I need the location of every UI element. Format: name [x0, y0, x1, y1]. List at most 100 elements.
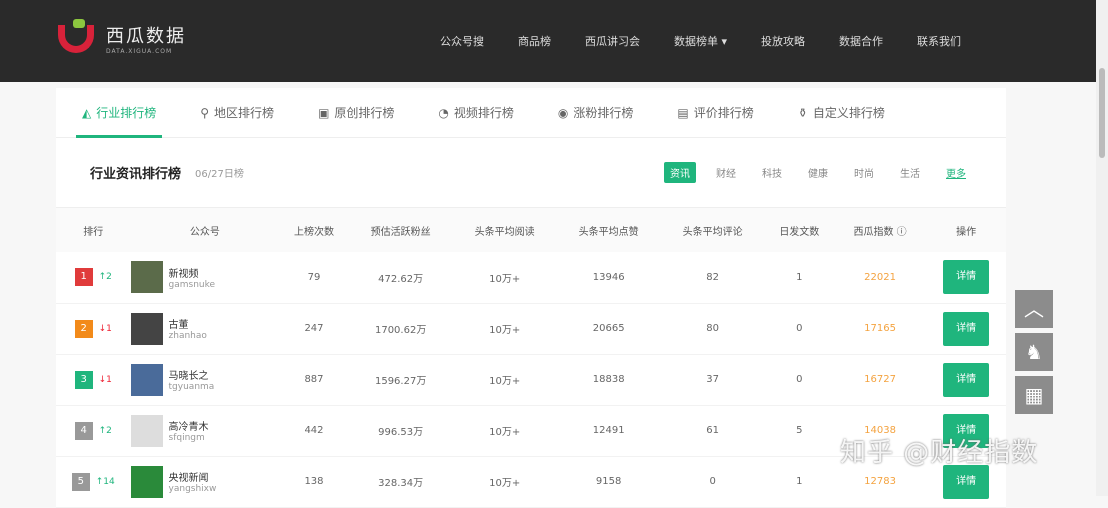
filter-more[interactable]: 更多: [940, 162, 972, 183]
rank-badge: 2: [74, 319, 93, 338]
comment-cell: 61: [660, 405, 765, 457]
filter-6[interactable]: 生活: [894, 162, 926, 183]
read-cell: 10万+: [452, 354, 557, 406]
tab-7[interactable]: ⚱ 自定义排行榜: [798, 88, 885, 138]
detail-button[interactable]: 详情: [943, 311, 990, 346]
column-header: 上榜次数: [279, 208, 349, 252]
column-label: 操作: [956, 226, 977, 238]
tab-icon: ◭: [82, 105, 92, 120]
tab-icon: ◔: [438, 105, 449, 120]
rank-cell: 3 ↓1: [56, 354, 131, 406]
tab-2[interactable]: ⚲ 地区排行榜: [200, 88, 274, 138]
avatar: [130, 261, 163, 294]
account[interactable]: 马晓长之 tgyuanma: [130, 363, 280, 396]
column-label: 日发文数: [779, 226, 820, 238]
board-date: 06/27日榜: [195, 169, 244, 180]
account-cell[interactable]: 央视新闻 yangshixw: [130, 456, 280, 508]
nav-item[interactable]: 数据合作: [839, 33, 883, 49]
avatar: [130, 363, 163, 396]
board-title: 行业资讯排行榜: [90, 167, 182, 182]
detail-button[interactable]: 详情: [943, 464, 990, 499]
tab-3[interactable]: ▣ 原创排行榜: [318, 88, 394, 138]
account[interactable]: 古董 zhanhao: [130, 312, 280, 345]
like-cell: 12491: [556, 405, 661, 457]
column-label: 头条平均评论: [682, 226, 743, 238]
filter-1[interactable]: 资讯: [664, 162, 696, 183]
detail-button[interactable]: 详情: [943, 362, 990, 397]
table-row: 1 ↑2 新视频 gamsnuke 79 472.62万 10万+ 13946 82 1 22021…: [56, 252, 1006, 304]
filter-4[interactable]: 健康: [802, 162, 834, 183]
watermark: 知乎 @财经指数: [840, 438, 1039, 468]
info-icon[interactable]: ⓘ: [893, 227, 907, 238]
tab-6[interactable]: ▤ 评价排行榜: [677, 88, 753, 138]
like-cell: 18838: [556, 354, 661, 406]
account-id: gamsnuke: [168, 279, 216, 290]
scrollbar-thumb[interactable]: [1099, 68, 1105, 158]
xigua-index: 22021: [833, 252, 927, 304]
category-filters: 资讯 财经 科技 健康 时尚 生活 更多: [664, 162, 972, 183]
qr-code-button[interactable]: ▦: [1015, 376, 1053, 414]
posts-cell: 0: [764, 354, 834, 406]
account-cell[interactable]: 马晓长之 tgyuanma: [130, 354, 280, 406]
rank-badge: 3: [74, 370, 93, 389]
top-bar: 西瓜数据 DATA.XIGUA.COM 公众号搜 商品榜 西瓜讲习会 数据榜单 ▾ 投放攻…: [0, 0, 1096, 82]
tab-icon: ⚱: [797, 105, 808, 120]
account-id: zhanhao: [168, 331, 207, 341]
tab-1[interactable]: ◭ 行业排行榜: [75, 88, 163, 138]
nav-item[interactable]: 公众号搜: [440, 33, 484, 49]
logo[interactable]: 西瓜数据 DATA.XIGUA.COM: [58, 18, 186, 55]
account-cell[interactable]: 新视频 gamsnuke: [130, 252, 280, 304]
tab-5[interactable]: ◉ 涨粉排行榜: [558, 88, 634, 138]
account[interactable]: 高冷青木 sfqingm: [130, 414, 280, 447]
account-name: 高冷青木: [168, 422, 209, 433]
read-cell: 10万+: [452, 303, 557, 355]
rank-change: ↓1: [98, 323, 112, 334]
tab-icon: ◉: [557, 105, 569, 120]
account[interactable]: 央视新闻 yangshixw: [130, 465, 280, 498]
back-to-top-button[interactable]: ︿: [1015, 290, 1053, 328]
nav-item[interactable]: 联系我们: [917, 33, 961, 49]
tab-label: 原创排行榜: [334, 105, 395, 120]
account-cell[interactable]: 古董 zhanhao: [130, 303, 280, 355]
main-nav: 公众号搜 商品榜 西瓜讲习会 数据榜单 ▾ 投放攻略 数据合作 联系我们: [440, 33, 995, 49]
comment-cell: 80: [660, 303, 765, 355]
times-cell: 138: [279, 456, 349, 508]
account-name: 新视频: [168, 268, 199, 280]
board-header: 行业资讯排行榜 06/27日榜 资讯 财经 科技 健康 时尚 生活 更多: [56, 138, 1006, 208]
detail-button[interactable]: 详情: [943, 260, 990, 295]
rank-badge: 5: [71, 472, 90, 491]
filter-2[interactable]: 财经: [710, 162, 742, 183]
read-cell: 10万+: [452, 405, 557, 457]
comment-cell: 82: [660, 252, 765, 304]
column-header: 日发文数: [764, 208, 834, 252]
scrollbar[interactable]: [1096, 0, 1108, 496]
rank-cell: 5 ↑14: [56, 456, 131, 508]
rank-badge: 4: [74, 421, 93, 440]
nav-item[interactable]: 投放攻略: [761, 33, 805, 49]
tab-4[interactable]: ◔ 视频排行榜: [438, 88, 514, 138]
column-header: 西瓜指数 ⓘ: [833, 208, 927, 252]
nav-item[interactable]: 西瓜讲习会: [585, 33, 640, 49]
account[interactable]: 新视频 gamsnuke: [130, 261, 280, 294]
avatar: [130, 465, 163, 498]
filter-3[interactable]: 科技: [756, 162, 788, 183]
column-label: 西瓜指数: [853, 226, 894, 238]
posts-cell: 5: [764, 405, 834, 457]
nav-item[interactable]: 数据榜单 ▾: [674, 33, 727, 49]
fans-cell: 328.34万: [348, 456, 453, 508]
table-row: 2 ↓1 古董 zhanhao 247 1700.62万 10万+ 20665 80 0 17165…: [56, 303, 1006, 355]
account-cell[interactable]: 高冷青木 sfqingm: [130, 405, 280, 457]
account-name: 古董: [168, 320, 189, 331]
nav-item[interactable]: 商品榜: [518, 33, 551, 49]
qq-icon: ♞: [1025, 340, 1043, 364]
filter-5[interactable]: 时尚: [848, 162, 880, 183]
qq-button[interactable]: ♞: [1015, 333, 1053, 371]
avatar: [130, 312, 163, 345]
qr-code-icon: ▦: [1024, 383, 1044, 407]
read-cell: 10万+: [452, 252, 557, 304]
column-header: 公众号: [130, 208, 280, 252]
tab-label: 评价排行榜: [693, 105, 754, 120]
column-header: 头条平均阅读: [452, 208, 557, 252]
table-row: 3 ↓1 马晓长之 tgyuanma 887 1596.27万 10万+ 18838 37 0 16…: [56, 354, 1006, 406]
column-label: 头条平均点赞: [578, 226, 639, 238]
